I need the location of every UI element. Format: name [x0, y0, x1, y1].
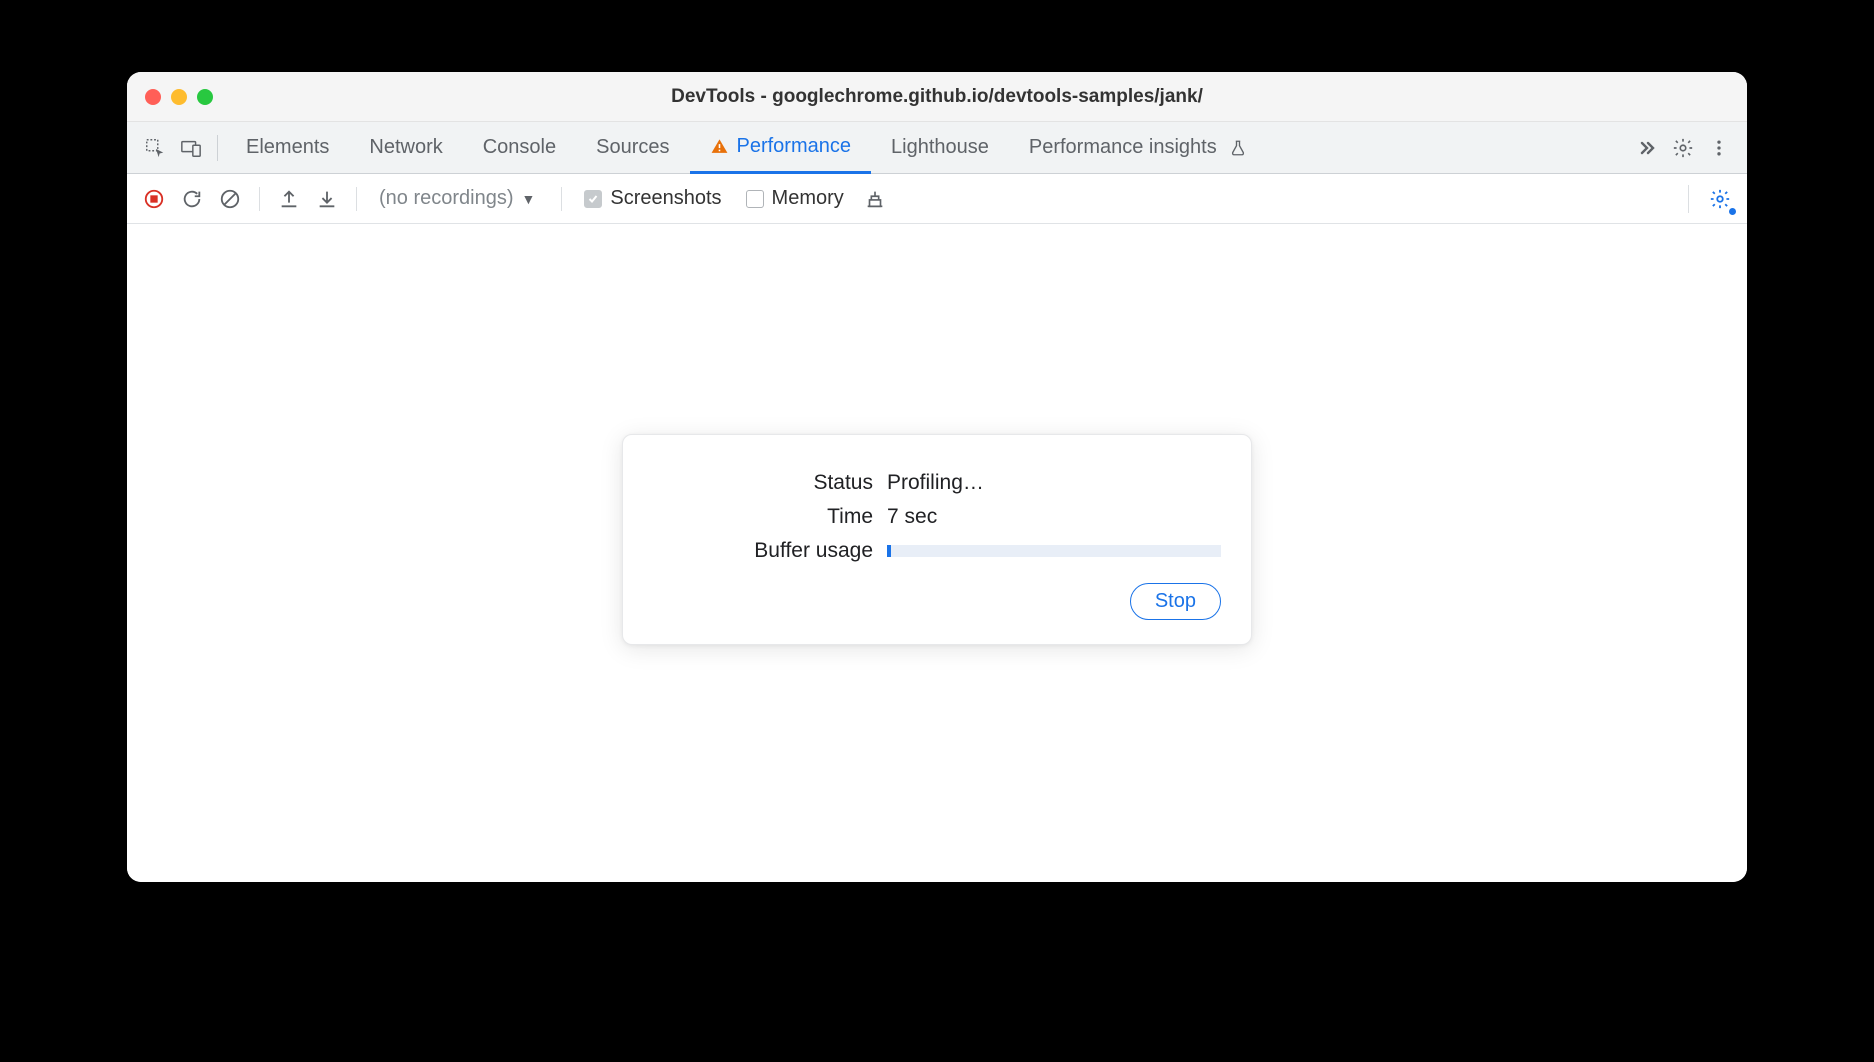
window-title: DevTools - googlechrome.github.io/devtoo… [127, 86, 1747, 108]
divider [1688, 185, 1689, 213]
tab-label: Performance insights [1029, 136, 1217, 159]
status-row: Status Profiling… [653, 471, 1221, 495]
download-profile-button[interactable] [312, 184, 342, 214]
tab-performance-insights[interactable]: Performance insights [1009, 122, 1267, 174]
close-window-button[interactable] [145, 89, 161, 105]
titlebar: DevTools - googlechrome.github.io/devtoo… [127, 72, 1747, 122]
performance-panel-content: Status Profiling… Time 7 sec Buffer usag… [127, 224, 1747, 882]
traffic-lights [127, 89, 213, 105]
reload-button[interactable] [177, 184, 207, 214]
time-row: Time 7 sec [653, 505, 1221, 529]
recordings-select[interactable]: (no recordings) ▼ [371, 187, 547, 210]
flask-icon [1229, 139, 1247, 157]
capture-settings-button[interactable] [1705, 184, 1735, 214]
maximize-window-button[interactable] [197, 89, 213, 105]
devtools-tabbar: Elements Network Console Sources Perform… [127, 122, 1747, 174]
tab-label: Console [483, 136, 556, 159]
tab-label: Lighthouse [891, 136, 989, 159]
status-label: Status [653, 471, 873, 495]
tab-label: Performance [737, 135, 852, 158]
profiling-dialog: Status Profiling… Time 7 sec Buffer usag… [622, 434, 1252, 645]
tab-sources[interactable]: Sources [576, 122, 689, 174]
tab-performance[interactable]: Performance [690, 122, 872, 174]
clear-button[interactable] [215, 184, 245, 214]
divider [356, 187, 357, 211]
tab-console[interactable]: Console [463, 122, 576, 174]
tab-label: Sources [596, 136, 669, 159]
status-value: Profiling… [887, 471, 1221, 495]
tab-label: Network [369, 136, 442, 159]
checkbox-icon [746, 190, 764, 208]
warning-icon [710, 137, 729, 156]
devtools-window: DevTools - googlechrome.github.io/devtoo… [127, 72, 1747, 882]
settings-icon[interactable] [1669, 134, 1697, 162]
tab-lighthouse[interactable]: Lighthouse [871, 122, 1009, 174]
divider [259, 187, 260, 211]
checkbox-label: Memory [772, 187, 844, 210]
memory-checkbox[interactable]: Memory [738, 187, 852, 210]
more-tabs-icon[interactable] [1633, 134, 1661, 162]
more-menu-icon[interactable] [1705, 134, 1733, 162]
caret-down-icon: ▼ [522, 191, 536, 207]
checkbox-label: Screenshots [610, 187, 721, 210]
upload-profile-button[interactable] [274, 184, 304, 214]
inspect-element-icon[interactable] [141, 134, 169, 162]
tab-label: Elements [246, 136, 329, 159]
divider [217, 135, 218, 161]
time-value: 7 sec [887, 505, 1221, 529]
buffer-usage-progress [887, 545, 1221, 557]
dialog-actions: Stop [653, 583, 1221, 620]
stop-button[interactable]: Stop [1130, 583, 1221, 620]
screenshots-checkbox[interactable]: Screenshots [576, 187, 729, 210]
minimize-window-button[interactable] [171, 89, 187, 105]
buffer-usage-label: Buffer usage [653, 539, 873, 563]
device-toolbar-icon[interactable] [177, 134, 205, 162]
performance-toolbar: (no recordings) ▼ Screenshots Memory [127, 174, 1747, 224]
tab-elements[interactable]: Elements [226, 122, 349, 174]
checkbox-icon [584, 190, 602, 208]
recordings-label: (no recordings) [379, 187, 514, 210]
divider [561, 187, 562, 211]
collect-garbage-button[interactable] [860, 184, 890, 214]
buffer-usage-fill [887, 545, 891, 557]
record-stop-button[interactable] [139, 184, 169, 214]
buffer-usage-row: Buffer usage [653, 539, 1221, 563]
time-label: Time [653, 505, 873, 529]
tab-network[interactable]: Network [349, 122, 462, 174]
